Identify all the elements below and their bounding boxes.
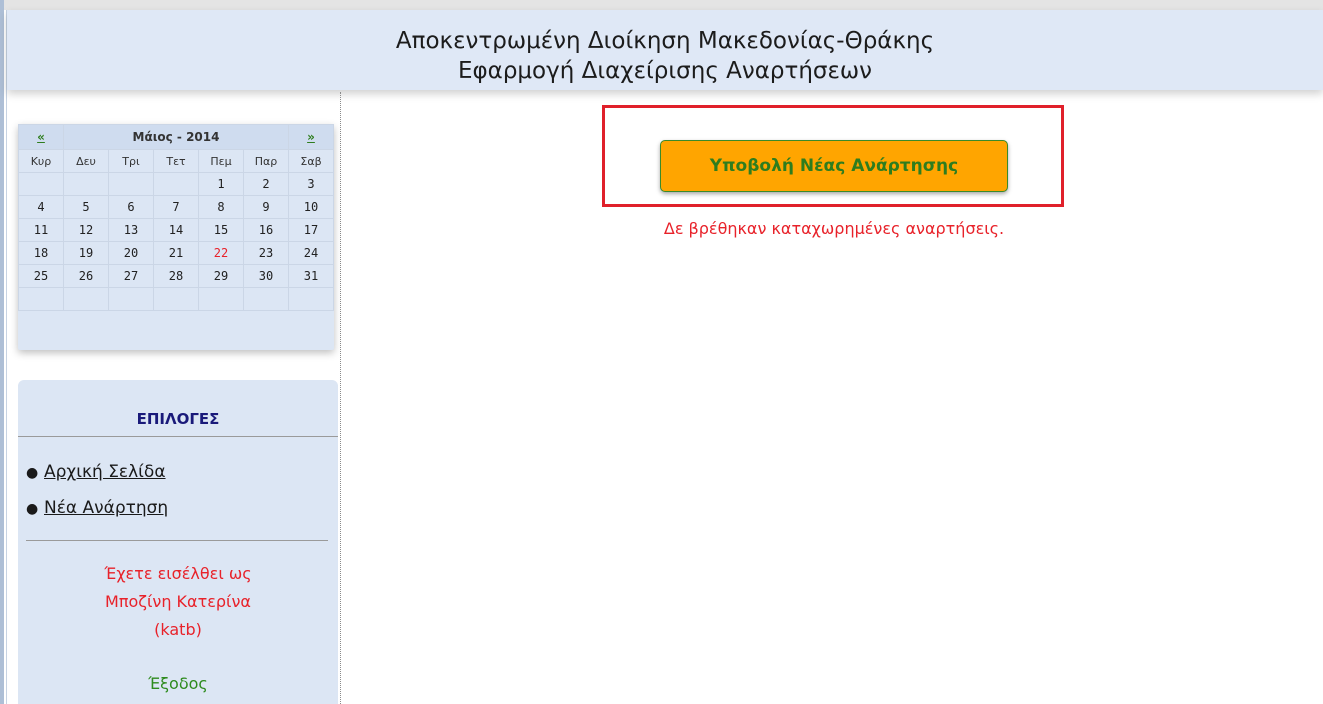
bullet-icon: ● — [26, 465, 39, 481]
calendar-day[interactable]: 14 — [153, 218, 199, 242]
calendar-empty-cell — [18, 172, 64, 196]
calendar-day[interactable]: 29 — [198, 264, 244, 288]
calendar-day[interactable]: 18 — [18, 241, 64, 265]
logged-in-user-name: Μποζίνη Κατερίνα — [105, 592, 251, 611]
no-results-message: Δε βρέθηκαν καταχωρημένες αναρτήσεις. — [663, 219, 1005, 238]
logged-in-info: Έχετε εισέλθει ως Μποζίνη Κατερίνα (katb… — [18, 560, 338, 644]
calendar-week-row: 11 12 13 14 15 16 17 — [18, 218, 334, 242]
calendar-day[interactable]: 13 — [108, 218, 154, 242]
calendar-day[interactable]: 3 — [288, 172, 334, 196]
weekday-label: Τρι — [108, 149, 154, 173]
calendar-day[interactable]: 20 — [108, 241, 154, 265]
calendar-empty-cell — [108, 287, 154, 311]
calendar-day[interactable]: 17 — [288, 218, 334, 242]
weekday-label: Τετ — [153, 149, 199, 173]
calendar-week-row — [18, 287, 334, 311]
calendar-widget: « Μάιος - 2014 » Κυρ Δευ Τρι Τετ Πεμ Παρ… — [18, 124, 334, 350]
weekday-label: Παρ — [243, 149, 289, 173]
page-header: Αποκεντρωμένη Διοίκηση Μακεδονίας-Θράκης… — [7, 10, 1323, 90]
calendar-day[interactable]: 31 — [288, 264, 334, 288]
calendar-week-row: 18 19 20 21 22 23 24 — [18, 241, 334, 265]
options-panel: ΕΠΙΛΟΓΕΣ ● Αρχική Σελίδα ● Νέα Ανάρτηση Έχ… — [18, 380, 338, 704]
home-link[interactable]: Αρχική Σελίδα — [44, 462, 166, 482]
weekday-label: Πεμ — [198, 149, 244, 173]
calendar-week-row: 123 — [18, 172, 334, 196]
submit-new-post-button[interactable]: Υποβολή Νέας Ανάρτησης — [660, 140, 1008, 192]
calendar-day[interactable]: 1 — [198, 172, 244, 196]
calendar-empty-cell — [243, 287, 289, 311]
calendar-day[interactable]: 8 — [198, 195, 244, 219]
calendar-day[interactable]: 19 — [63, 241, 109, 265]
calendar-day[interactable]: 6 — [108, 195, 154, 219]
bullet-icon: ● — [26, 501, 39, 517]
calendar-day[interactable]: 25 — [18, 264, 64, 288]
calendar-day[interactable]: 9 — [243, 195, 289, 219]
logged-in-label: Έχετε εισέλθει ως — [104, 564, 252, 583]
calendar-day[interactable]: 12 — [63, 218, 109, 242]
options-menu: ● Αρχική Σελίδα ● Νέα Ανάρτηση — [26, 462, 168, 534]
browser-top-strip — [0, 0, 1323, 10]
options-divider — [18, 436, 338, 437]
calendar-empty-cell — [63, 172, 109, 196]
weekday-label: Δευ — [63, 149, 109, 173]
calendar-day[interactable]: 30 — [243, 264, 289, 288]
header-title: Αποκεντρωμένη Διοίκηση Μακεδονίας-Θράκης — [395, 28, 935, 54]
options-title: ΕΠΙΛΟΓΕΣ — [136, 410, 220, 428]
calendar-day[interactable]: 27 — [108, 264, 154, 288]
calendar-weekday-row: Κυρ Δευ Τρι Τετ Πεμ Παρ Σαβ — [18, 149, 334, 173]
calendar-day[interactable]: 16 — [243, 218, 289, 242]
menu-item-new-post: ● Νέα Ανάρτηση — [26, 498, 168, 534]
calendar-empty-cell — [108, 172, 154, 196]
calendar-day[interactable]: 15 — [198, 218, 244, 242]
calendar-next-month-link[interactable]: » — [288, 124, 334, 150]
calendar-empty-cell — [63, 287, 109, 311]
calendar-day[interactable]: 24 — [288, 241, 334, 265]
calendar-empty-cell — [198, 287, 244, 311]
calendar-week-row: 4 5 6 7 8 9 10 — [18, 195, 334, 219]
calendar-day[interactable]: 5 — [63, 195, 109, 219]
header-subtitle: Εφαρμογή Διαχείρισης Αναρτήσεων — [457, 58, 873, 84]
calendar-empty-cell — [18, 287, 64, 311]
calendar-month-label: Μάιος - 2014 — [63, 124, 289, 150]
calendar-prev-month-link[interactable]: « — [18, 124, 64, 150]
calendar-day[interactable]: 21 — [153, 241, 199, 265]
calendar-day[interactable]: 11 — [18, 218, 64, 242]
calendar-day[interactable]: 10 — [288, 195, 334, 219]
calendar-week-row: 25 26 27 28 29 30 31 — [18, 264, 334, 288]
logout-link[interactable]: Έξοδος — [18, 674, 338, 693]
weekday-label: Κυρ — [18, 149, 64, 173]
calendar-days: 1 2 3 4 5 6 7 8 9 10 11 12 13 14 15 16 17 18 19 20 21 22 23 24 2… — [18, 172, 334, 311]
calendar-day[interactable]: 23 — [243, 241, 289, 265]
sidebar-divider — [340, 92, 341, 704]
menu-item-home: ● Αρχική Σελίδα — [26, 462, 168, 498]
new-post-link[interactable]: Νέα Ανάρτηση — [44, 498, 168, 518]
calendar-empty-cell — [288, 287, 334, 311]
calendar-day[interactable]: 22 — [198, 241, 244, 265]
weekday-label: Σαβ — [288, 149, 334, 173]
left-frame-inner-border — [6, 10, 7, 704]
calendar-empty-cell — [153, 172, 199, 196]
calendar-empty-cell — [153, 287, 199, 311]
calendar-day[interactable]: 2 — [243, 172, 289, 196]
logged-in-username: (katb) — [154, 620, 202, 639]
calendar-day[interactable]: 4 — [18, 195, 64, 219]
calendar-table: « Μάιος - 2014 » Κυρ Δευ Τρι Τετ Πεμ Παρ… — [18, 124, 334, 311]
calendar-day[interactable]: 7 — [153, 195, 199, 219]
calendar-day[interactable]: 28 — [153, 264, 199, 288]
calendar-day[interactable]: 26 — [63, 264, 109, 288]
left-frame-border — [0, 0, 4, 704]
calendar-header: « Μάιος - 2014 » — [18, 124, 334, 150]
options-divider-2 — [26, 540, 328, 541]
